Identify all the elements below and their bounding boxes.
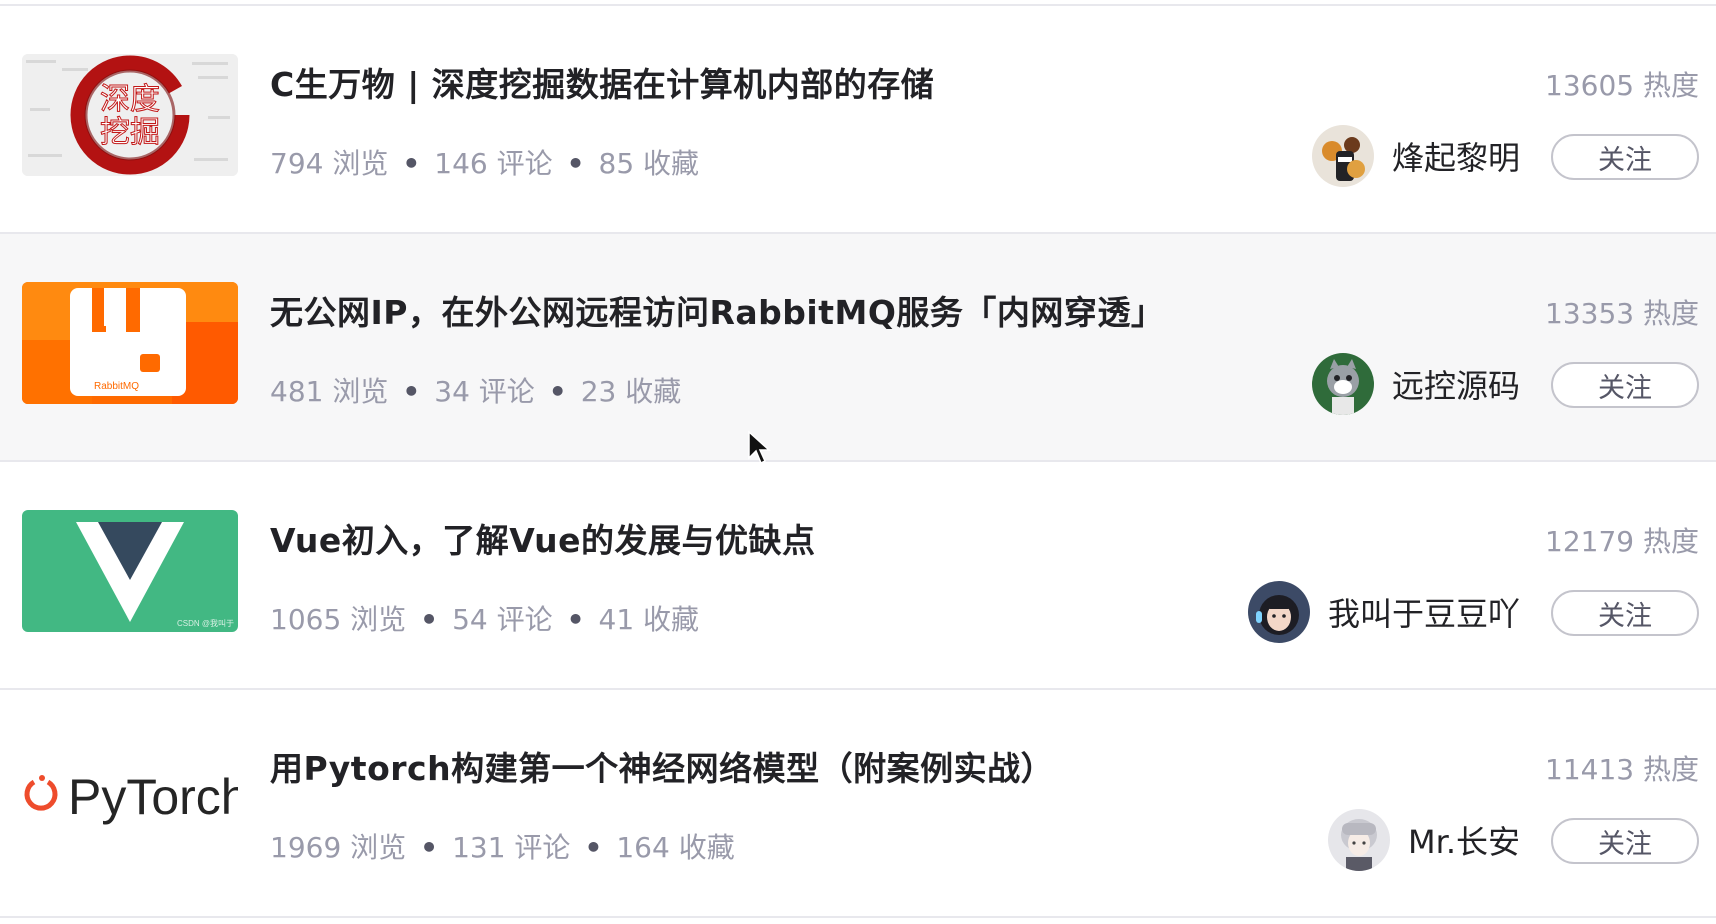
comment-count: 54 评论 — [452, 603, 553, 636]
comment-count: 146 评论 — [434, 147, 553, 180]
article-thumbnail[interactable]: RabbitMQ — [22, 282, 238, 404]
favorite-count: 41 收藏 — [598, 603, 700, 636]
article-stats: 794 浏览 • 146 评论 • 85 收藏 — [270, 142, 699, 182]
article-row[interactable]: CSDN @我叫于 Vue初入，了解Vue的发展与优缺点 1065 浏览 • 54 … — [0, 462, 1716, 690]
article-row[interactable]: 深度 挖掘 C生万物 | 深度挖掘数据在计算机内部的存储 794 浏览 • 146 … — [0, 6, 1716, 234]
follow-button[interactable]: 关注 — [1551, 362, 1699, 408]
vue-logo-icon: CSDN @我叫于 — [22, 510, 238, 632]
article-thumbnail[interactable]: CSDN @我叫于 — [22, 510, 238, 632]
mouse-cursor-icon — [748, 430, 771, 465]
avatar-icon[interactable] — [1311, 125, 1374, 187]
article-row[interactable]: PyTorch 用Pytorch构建第一个神经网络模型（附案例实战） 1969 … — [0, 690, 1716, 918]
article-title[interactable]: C生万物 | 深度挖掘数据在计算机内部的存储 — [270, 58, 934, 106]
author-name[interactable]: 远控源码 — [1392, 361, 1520, 407]
avatar-icon[interactable] — [1247, 581, 1310, 643]
heat-score: 13353 热度 — [1545, 297, 1699, 330]
author-name[interactable]: Mr.长安 — [1408, 817, 1520, 863]
view-count: 794 浏览 — [270, 147, 389, 180]
view-count: 481 浏览 — [270, 375, 389, 408]
thumbnail-text: RabbitMQ — [94, 381, 139, 392]
stat-separator: • — [548, 375, 567, 408]
heat-score: 12179 热度 — [1545, 525, 1699, 558]
author-info[interactable]: 烽起黎明 — [1311, 124, 1520, 188]
author-info[interactable]: Mr.长安 — [1327, 808, 1520, 872]
author-name[interactable]: 我叫于豆豆吖 — [1328, 589, 1520, 635]
heat-score: 11413 热度 — [1545, 753, 1699, 786]
view-count: 1969 浏览 — [270, 831, 407, 864]
avatar-icon[interactable] — [1327, 809, 1390, 871]
favorite-count: 85 收藏 — [598, 147, 700, 180]
stat-separator: • — [420, 603, 439, 636]
avatar-icon[interactable] — [1311, 353, 1374, 415]
pytorch-logo-icon: PyTorch — [22, 738, 238, 860]
author-name[interactable]: 烽起黎明 — [1392, 133, 1520, 179]
stat-separator: • — [402, 147, 421, 180]
article-thumbnail[interactable]: 深度 挖掘 — [22, 54, 238, 176]
article-title[interactable]: 无公网IP，在外公网远程访问RabbitMQ服务「内网穿透」 — [270, 286, 1164, 334]
stat-separator: • — [566, 603, 585, 636]
comment-count: 34 评论 — [434, 375, 535, 408]
article-title[interactable]: 用Pytorch构建第一个神经网络模型（附案例实战） — [270, 742, 1054, 790]
thumbnail-text: 挖掘 — [100, 115, 160, 150]
stat-separator: • — [584, 831, 603, 864]
thumbnail-watermark: CSDN @我叫于 — [177, 618, 234, 628]
article-stats: 1969 浏览 • 131 评论 • 164 收藏 — [270, 826, 735, 866]
article-stats: 481 浏览 • 34 评论 • 23 收藏 — [270, 370, 681, 410]
article-row[interactable]: RabbitMQ 无公网IP，在外公网远程访问RabbitMQ服务「内网穿透」 … — [0, 234, 1716, 462]
article-title[interactable]: Vue初入，了解Vue的发展与优缺点 — [270, 514, 815, 562]
comment-count: 131 评论 — [452, 831, 571, 864]
author-info[interactable]: 远控源码 — [1311, 352, 1520, 416]
article-stats: 1065 浏览 • 54 评论 • 41 收藏 — [270, 598, 699, 638]
heat-score: 13605 热度 — [1545, 69, 1699, 102]
follow-button[interactable]: 关注 — [1551, 590, 1699, 636]
article-thumbnail[interactable]: PyTorch — [22, 738, 238, 860]
favorite-count: 164 收藏 — [616, 831, 735, 864]
stat-separator: • — [420, 831, 439, 864]
stat-separator: • — [402, 375, 421, 408]
follow-button[interactable]: 关注 — [1551, 818, 1699, 864]
follow-button[interactable]: 关注 — [1551, 134, 1699, 180]
rabbitmq-logo-icon: RabbitMQ — [22, 282, 238, 404]
favorite-count: 23 收藏 — [580, 375, 682, 408]
view-count: 1065 浏览 — [270, 603, 407, 636]
stat-separator: • — [566, 147, 585, 180]
thumbnail-text: 深度 — [100, 82, 160, 117]
ink-circle-icon: 深度 挖掘 — [22, 54, 238, 176]
thumbnail-text: PyTorch — [68, 769, 238, 825]
author-info[interactable]: 我叫于豆豆吖 — [1247, 580, 1520, 644]
